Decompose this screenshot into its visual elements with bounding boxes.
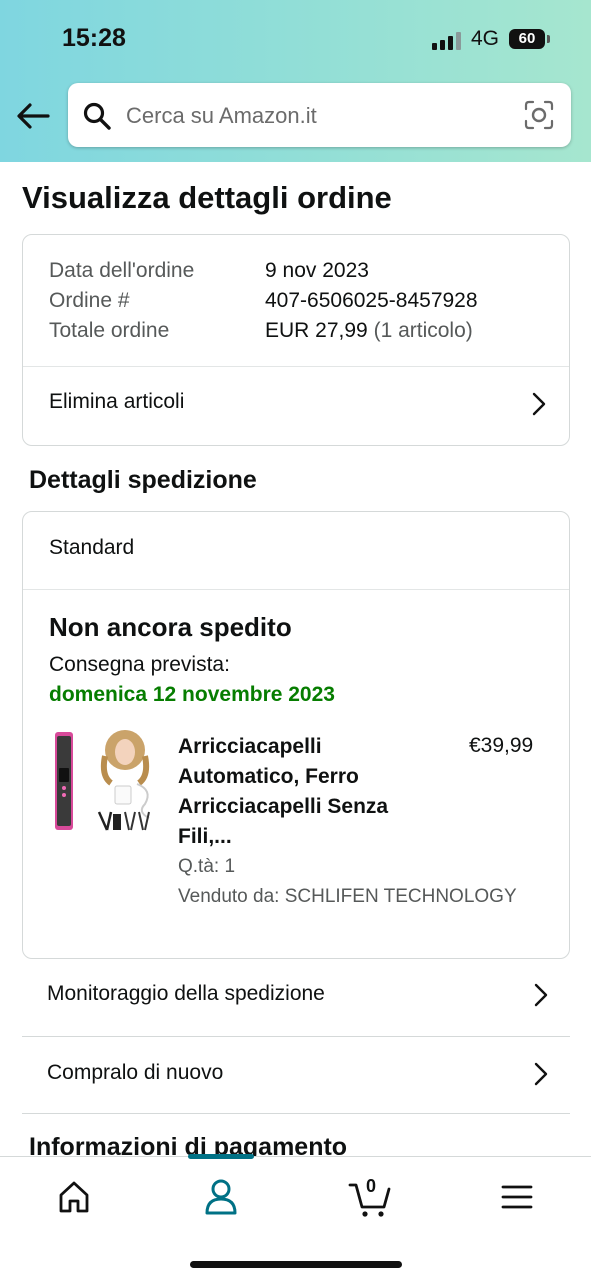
buy-again-row[interactable]: Compralo di nuovo bbox=[22, 1036, 570, 1113]
battery-level: 60 bbox=[518, 30, 536, 47]
home-icon[interactable] bbox=[49, 1175, 99, 1219]
track-shipment-label: Monitoraggio della spedizione bbox=[47, 982, 325, 1005]
order-total-items: (1 articolo) bbox=[373, 319, 473, 342]
home-indicator bbox=[190, 1261, 402, 1268]
order-date-label: Data dell'ordine bbox=[49, 259, 195, 282]
chevron-right-icon bbox=[532, 392, 546, 416]
chevron-right-icon bbox=[534, 1062, 548, 1086]
product-image[interactable] bbox=[53, 728, 157, 838]
delete-items-row[interactable]: Elimina articoli bbox=[23, 367, 569, 445]
delivery-label: Consegna prevista: bbox=[49, 653, 230, 676]
order-number-value: 407-6506025-8457928 bbox=[265, 289, 478, 312]
page-title: Visualizza dettagli ordine bbox=[22, 180, 392, 215]
shipment-card: Standard Non ancora spedito Consegna pre… bbox=[22, 511, 570, 959]
order-total-label: Totale ordine bbox=[49, 319, 170, 342]
product-quantity: Q.tà: 1 bbox=[178, 856, 236, 877]
search-input[interactable] bbox=[124, 97, 508, 135]
order-number-label: Ordine # bbox=[49, 289, 130, 312]
search-bar[interactable] bbox=[68, 83, 571, 147]
buy-again-label: Compralo di nuovo bbox=[47, 1061, 224, 1084]
shipping-method: Standard bbox=[49, 536, 135, 559]
search-icon bbox=[83, 102, 111, 130]
order-summary-card: Data dell'ordine 9 nov 2023 Ordine # 407… bbox=[22, 234, 570, 446]
product-price: €39,99 bbox=[469, 734, 534, 757]
camera-lens-icon[interactable] bbox=[524, 100, 554, 130]
chevron-right-icon bbox=[534, 983, 548, 1007]
divider bbox=[22, 1113, 570, 1114]
active-tab-indicator bbox=[188, 1154, 254, 1159]
battery-icon: 60 bbox=[509, 29, 545, 49]
signal-icon bbox=[432, 32, 462, 50]
shipment-status: Non ancora spedito bbox=[49, 612, 292, 642]
app-header: 15:28 4G 60 bbox=[0, 0, 591, 162]
order-total-amount: EUR 27,99 bbox=[265, 319, 368, 342]
divider bbox=[23, 589, 569, 590]
back-arrow-icon[interactable] bbox=[14, 96, 54, 136]
status-time: 15:28 bbox=[62, 24, 126, 52]
battery-tip bbox=[547, 35, 550, 43]
cart-count: 0 bbox=[366, 1176, 377, 1196]
bottom-tab-bar: 0 bbox=[0, 1154, 591, 1280]
track-shipment-row[interactable]: Monitoraggio della spedizione bbox=[22, 957, 570, 1034]
shipping-section-title: Dettagli spedizione bbox=[29, 466, 257, 494]
network-type: 4G bbox=[471, 27, 500, 50]
menu-icon[interactable] bbox=[492, 1175, 542, 1219]
order-date-value: 9 nov 2023 bbox=[265, 259, 369, 282]
delivery-date: domenica 12 novembre 2023 bbox=[49, 683, 335, 706]
order-total-value: EUR 27,99 (1 articolo) bbox=[265, 319, 473, 343]
account-icon[interactable] bbox=[196, 1175, 246, 1219]
delete-items-label: Elimina articoli bbox=[49, 390, 185, 413]
cart-button[interactable]: 0 bbox=[346, 1175, 396, 1219]
product-title[interactable]: Arricciacapelli Automatico, Ferro Arricc… bbox=[178, 732, 428, 852]
product-seller: Venduto da: SCHLIFEN TECHNOLOGY bbox=[178, 886, 517, 907]
